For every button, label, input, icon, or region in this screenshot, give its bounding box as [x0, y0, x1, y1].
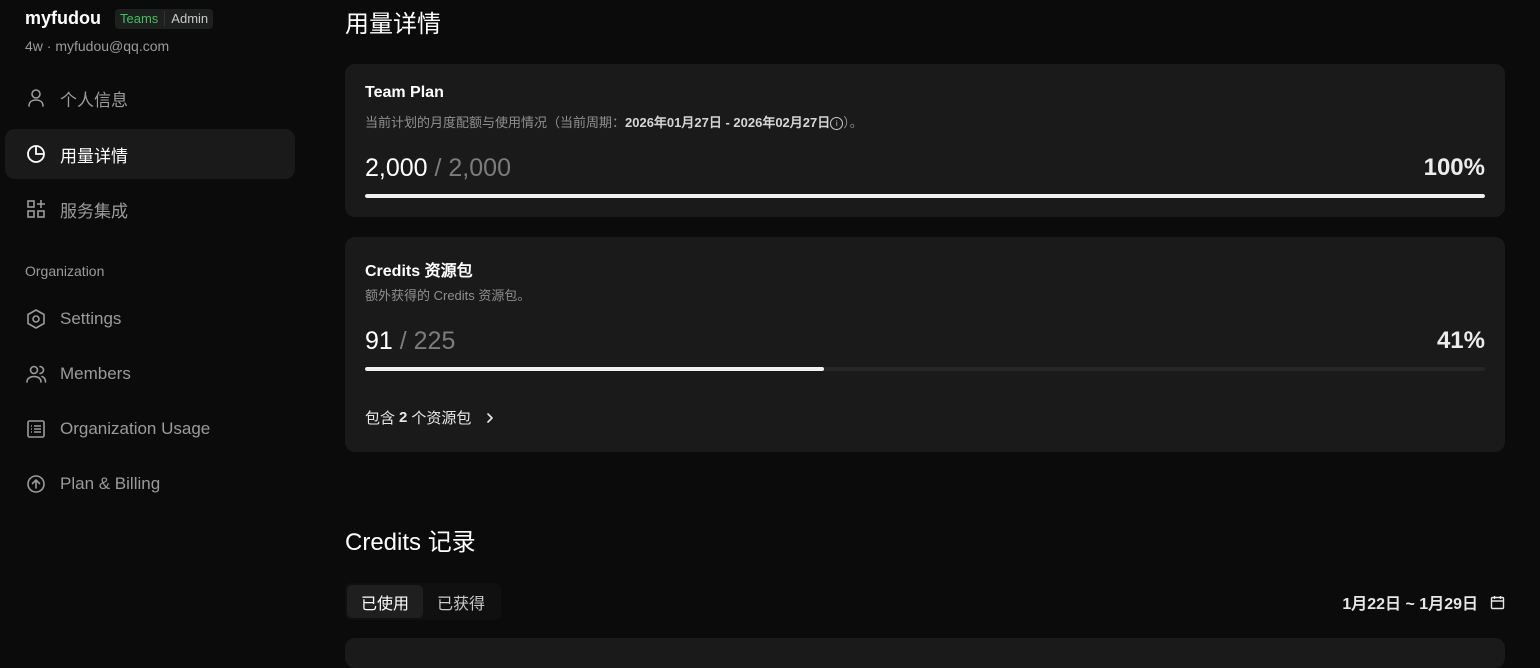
- calendar-icon: [1490, 595, 1505, 609]
- sidebar-item-label: Plan & Billing: [60, 474, 161, 493]
- credits-pack-percent: 41%: [1436, 327, 1485, 354]
- sidebar-item-label: Members: [60, 364, 131, 383]
- credits-records-title: Credits 记录: [345, 529, 476, 556]
- used-amount: 2,000: [365, 154, 428, 182]
- user-header: myfudou Teams Admin: [25, 8, 214, 29]
- team-plan-quantity: 2,000 / 2,000: [365, 154, 511, 183]
- description-prefix: 当前计划的月度配额与使用情况（当前周期：: [365, 115, 626, 130]
- sidebar: myfudou Teams Admin 4w · myfudou@qq.com …: [0, 0, 310, 649]
- sidebar-item-organization-usage[interactable]: Organization Usage: [5, 404, 295, 454]
- credits-pack-quantity: 91 / 225: [365, 327, 455, 356]
- sidebar-item-plan-billing[interactable]: Plan & Billing: [5, 459, 295, 509]
- sidebar-item-members[interactable]: Members: [5, 349, 295, 399]
- description-suffix: ）。: [843, 115, 863, 130]
- team-plan-progress-bar: [365, 194, 1485, 198]
- included-packs-link[interactable]: 包含 2 个资源包: [365, 407, 495, 428]
- tab-earned[interactable]: 已获得: [423, 585, 499, 618]
- user-subline: 4w · myfudou@qq.com: [25, 38, 170, 54]
- username: myfudou: [25, 8, 101, 28]
- packs-prefix: 包含: [365, 410, 396, 427]
- billing-period: 2026年01月27日 - 2026年02月27日: [625, 115, 831, 130]
- chevron-right-icon: [487, 412, 494, 423]
- used-amount: 91: [365, 327, 393, 355]
- sidebar-item-personal-info[interactable]: 个人信息: [5, 73, 295, 123]
- team-plan-description: 当前计划的月度配额与使用情况（当前周期：2026年01月27日 - 2026年0…: [365, 112, 863, 131]
- arrow-up-circle-icon: [27, 475, 45, 493]
- credits-records-table: [345, 638, 1505, 668]
- users-icon: [26, 365, 47, 383]
- sidebar-item-integrations[interactable]: 服务集成: [5, 184, 295, 234]
- teams-badge: Teams: [120, 11, 166, 26]
- page-title: 用量详情: [345, 11, 441, 38]
- date-range-picker[interactable]: 1月22日 ~ 1月29日: [1342, 590, 1505, 614]
- team-plan-card: Team Plan 当前计划的月度配额与使用情况（当前周期：2026年01月27…: [345, 64, 1505, 217]
- sidebar-item-label: 服务集成: [60, 201, 128, 221]
- grid-plus-icon: [27, 200, 45, 218]
- sidebar-item-label: Settings: [60, 309, 122, 328]
- sidebar-item-label: Organization Usage: [60, 419, 211, 438]
- credits-pack-title: Credits 资源包: [365, 263, 473, 280]
- hexagon-gear-icon: [27, 309, 45, 329]
- credits-pack-card: Credits 资源包 额外获得的 Credits 资源包。 91 / 225 …: [345, 237, 1505, 452]
- sidebar-item-label: 用量详情: [60, 146, 128, 166]
- credits-pack-progress-bar: [365, 367, 1485, 371]
- user-icon: [28, 89, 44, 107]
- pie-chart-icon: [27, 145, 45, 163]
- sidebar-item-label: 个人信息: [60, 90, 128, 110]
- progress-fill: [365, 194, 1485, 198]
- total-amount: / 225: [399, 327, 456, 355]
- info-icon[interactable]: i: [830, 117, 844, 130]
- plan-badge: Teams Admin: [115, 8, 214, 29]
- organization-section-title: Organization: [25, 263, 105, 279]
- tab-used[interactable]: 已使用: [347, 585, 424, 618]
- admin-badge: Admin: [171, 11, 209, 26]
- total-amount: / 2,000: [434, 154, 511, 182]
- credits-records-tabs: 已使用 已获得: [345, 583, 502, 620]
- date-range-text: 1月22日 ~ 1月29日: [1342, 596, 1478, 613]
- credits-pack-description: 额外获得的 Credits 资源包。: [365, 288, 531, 303]
- team-plan-percent: 100%: [1423, 154, 1485, 181]
- packs-count: 2: [399, 409, 408, 426]
- sidebar-item-usage-details[interactable]: 用量详情: [5, 129, 295, 179]
- packs-suffix: 个资源包: [411, 410, 472, 427]
- progress-fill: [365, 367, 825, 371]
- list-icon: [27, 420, 45, 438]
- team-plan-title: Team Plan: [365, 84, 444, 101]
- sidebar-item-settings[interactable]: Settings: [5, 294, 295, 344]
